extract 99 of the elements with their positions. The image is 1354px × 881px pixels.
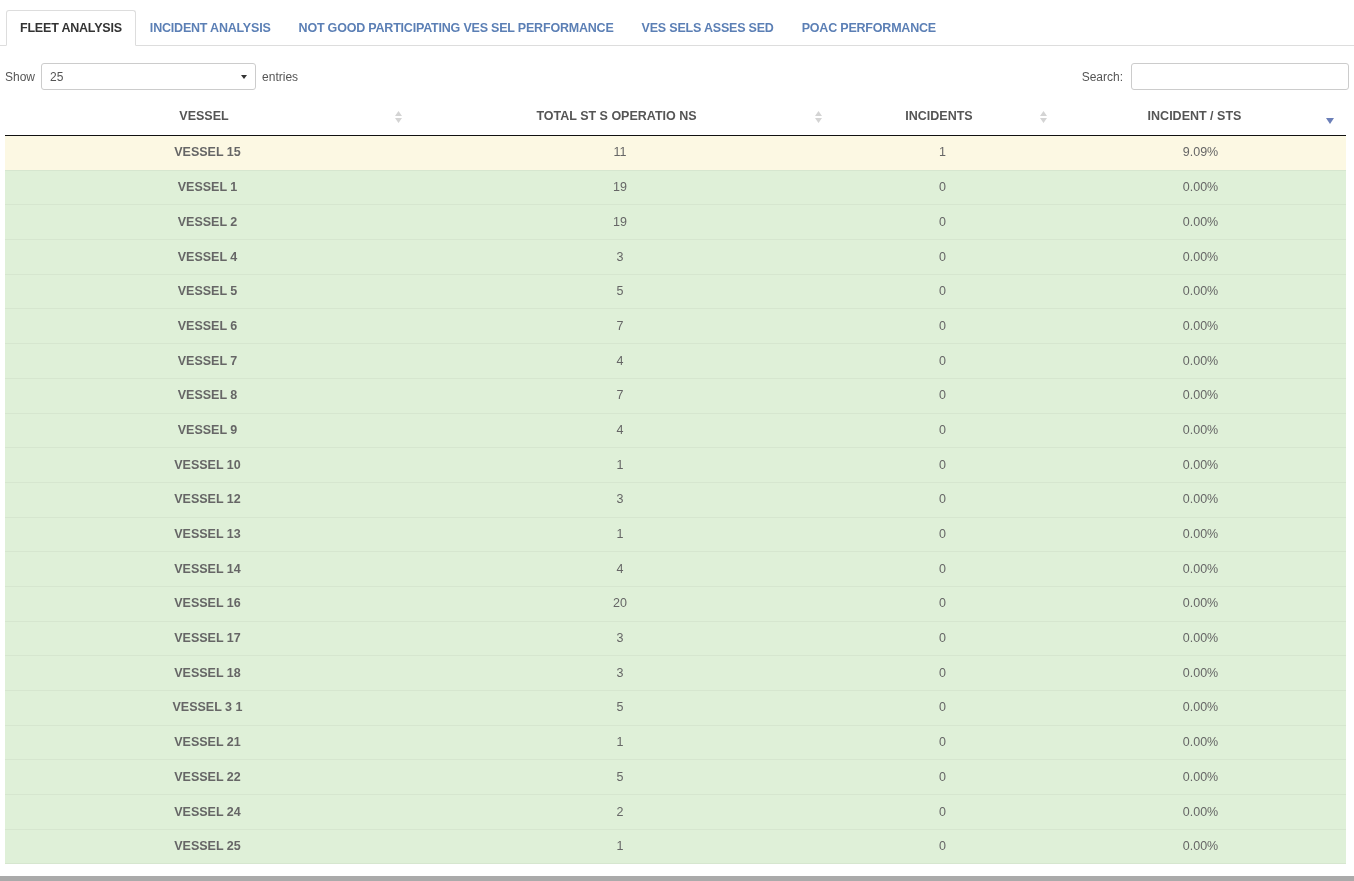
table-cell-text: 5 xyxy=(616,699,624,717)
table-cell-text: 20 xyxy=(613,595,627,613)
table-cell-text: 0.00% xyxy=(1182,630,1219,648)
table-cell-text: 0.00% xyxy=(1182,248,1219,266)
table-cell-text: VESSEL 22 xyxy=(174,768,241,786)
table-cell-text: 0.00% xyxy=(1182,838,1219,856)
table-cell-text: 3 xyxy=(616,491,624,509)
tab[interactable]: VES SELS ASSES SED xyxy=(627,10,788,46)
table-cell-text: 0 xyxy=(939,664,946,682)
table-cell-text: 0.00% xyxy=(1182,768,1219,786)
table-cell-text: 0 xyxy=(939,387,946,405)
table-cell-text: 0.00% xyxy=(1182,213,1219,231)
table-cell-text: 3 xyxy=(616,630,624,648)
table-cell-text: 0 xyxy=(939,491,946,509)
table-cell-text: 5 xyxy=(616,283,624,301)
show-label: Show xyxy=(5,68,36,86)
table-cell-text: 0 xyxy=(939,838,946,856)
table-cell-text: 0 xyxy=(939,560,946,578)
table-cell-text: 0 xyxy=(939,630,946,648)
table-cell-text: VESSEL 17 xyxy=(174,630,241,648)
table-cell-text: 1 xyxy=(616,734,624,752)
column-header[interactable]: INCIDENT / STS xyxy=(1055,98,1346,135)
column-header[interactable]: VESSEL xyxy=(5,98,410,135)
table-cell-text: 7 xyxy=(616,387,624,405)
table-cell-text: VESSEL 12 xyxy=(174,491,241,509)
table-cell-text: VESSEL 6 xyxy=(177,317,238,335)
table-cell-text: VESSEL 21 xyxy=(174,734,241,752)
search-field[interactable] xyxy=(1131,63,1349,90)
table-cell-text: 0 xyxy=(939,699,946,717)
table-cell-text: 0.00% xyxy=(1182,664,1219,682)
table-cell-text: 0 xyxy=(939,456,946,474)
table-cell-text: 0.00% xyxy=(1182,734,1219,752)
table-cell-text: 7 xyxy=(616,317,624,335)
table-cell-text: 0 xyxy=(939,768,946,786)
table-cell-text: VESSEL 9 xyxy=(177,421,238,439)
tab[interactable]: INCIDENT ANALYSIS xyxy=(135,10,285,46)
table-cell-text: 0 xyxy=(939,421,946,439)
table-cell-text: 0.00% xyxy=(1182,317,1219,335)
table-cell-text: 0.00% xyxy=(1182,387,1219,405)
table-cell-text: 9.09% xyxy=(1182,144,1219,162)
tab[interactable]: FLEET ANALYSIS xyxy=(6,10,136,46)
table-cell-text: VESSEL 13 xyxy=(174,526,241,544)
column-header[interactable]: TOTAL ST S OPERATIO NS xyxy=(410,98,830,135)
table-cell-text: VESSEL 18 xyxy=(174,664,241,682)
search-label: Search: xyxy=(1081,68,1123,86)
table-cell-text: 19 xyxy=(613,179,627,197)
table-cell-text: 11 xyxy=(613,144,627,162)
table-cell-text: 1 xyxy=(939,144,946,162)
table-cell-text: 1 xyxy=(616,526,624,544)
tab[interactable]: POAC PERFORMANCE xyxy=(787,10,950,46)
table-cell-text: 0 xyxy=(939,213,946,231)
table-cell-text: 0.00% xyxy=(1182,179,1219,197)
table-cell-text: 3 xyxy=(616,248,624,266)
table-cell-text: VESSEL 10 xyxy=(174,456,241,474)
table-cell-text: 0 xyxy=(939,595,946,613)
entries-label: entries xyxy=(262,68,299,86)
table-cell-text: 0 xyxy=(939,317,946,335)
table-cell-text: 0.00% xyxy=(1182,456,1219,474)
table-cell-text: 0.00% xyxy=(1182,699,1219,717)
table-cell-text: VESSEL 14 xyxy=(174,560,241,578)
table-cell-text: VESSEL 7 xyxy=(177,352,238,370)
table-cell-text: VESSEL 4 xyxy=(177,248,238,266)
table-cell-text: 0.00% xyxy=(1182,421,1219,439)
table-cell-text: 0 xyxy=(939,526,946,544)
table-cell-text: 1 xyxy=(616,838,624,856)
table-cell-text: 0 xyxy=(939,179,946,197)
table-cell-text: 0 xyxy=(939,283,946,301)
table-cell-text: VESSEL 16 xyxy=(174,595,241,613)
table-cell-text: 0 xyxy=(939,734,946,752)
column-header[interactable]: INCIDENTS xyxy=(830,98,1055,135)
table-cell-text: 0.00% xyxy=(1182,283,1219,301)
table-cell-text: 1 xyxy=(616,456,624,474)
table-cell-text: 5 xyxy=(616,768,624,786)
table-cell-text: VESSEL 3 1 xyxy=(172,699,243,717)
table-cell-text: VESSEL 15 xyxy=(174,144,241,162)
tab[interactable]: NOT GOOD PARTICIPATING VES SEL PERFORMANCE xyxy=(284,10,628,46)
table-cell-text: VESSEL 1 xyxy=(177,179,238,197)
table-cell-text: 0 xyxy=(939,803,946,821)
table-cell-text: 0.00% xyxy=(1182,595,1219,613)
dropdown-caret-icon xyxy=(241,74,248,79)
table-cell-text: 0 xyxy=(939,248,946,266)
table-cell-text: 3 xyxy=(616,664,624,682)
table-cell-text: 0.00% xyxy=(1182,560,1219,578)
table-cell-text: 2 xyxy=(616,803,624,821)
table-cell-text: 4 xyxy=(616,352,624,370)
table-cell-text: 0.00% xyxy=(1182,803,1219,821)
entries-select[interactable]: 25 xyxy=(41,63,257,90)
table-cell-text: VESSEL 2 xyxy=(177,213,238,231)
table-cell-text: VESSEL 5 xyxy=(177,283,238,301)
table-cell-text: VESSEL 25 xyxy=(174,838,241,856)
table-cell-text: 4 xyxy=(616,560,624,578)
table-cell-text: 0.00% xyxy=(1182,491,1219,509)
table-cell-text: VESSEL 8 xyxy=(177,387,238,405)
table-cell-text: 0 xyxy=(939,352,946,370)
table-cell-text: 0.00% xyxy=(1182,352,1219,370)
table-cell-text: 19 xyxy=(613,213,627,231)
table-cell-text: 4 xyxy=(616,421,624,439)
table-cell-text: VESSEL 24 xyxy=(174,803,241,821)
table-cell-text: 0.00% xyxy=(1182,526,1219,544)
